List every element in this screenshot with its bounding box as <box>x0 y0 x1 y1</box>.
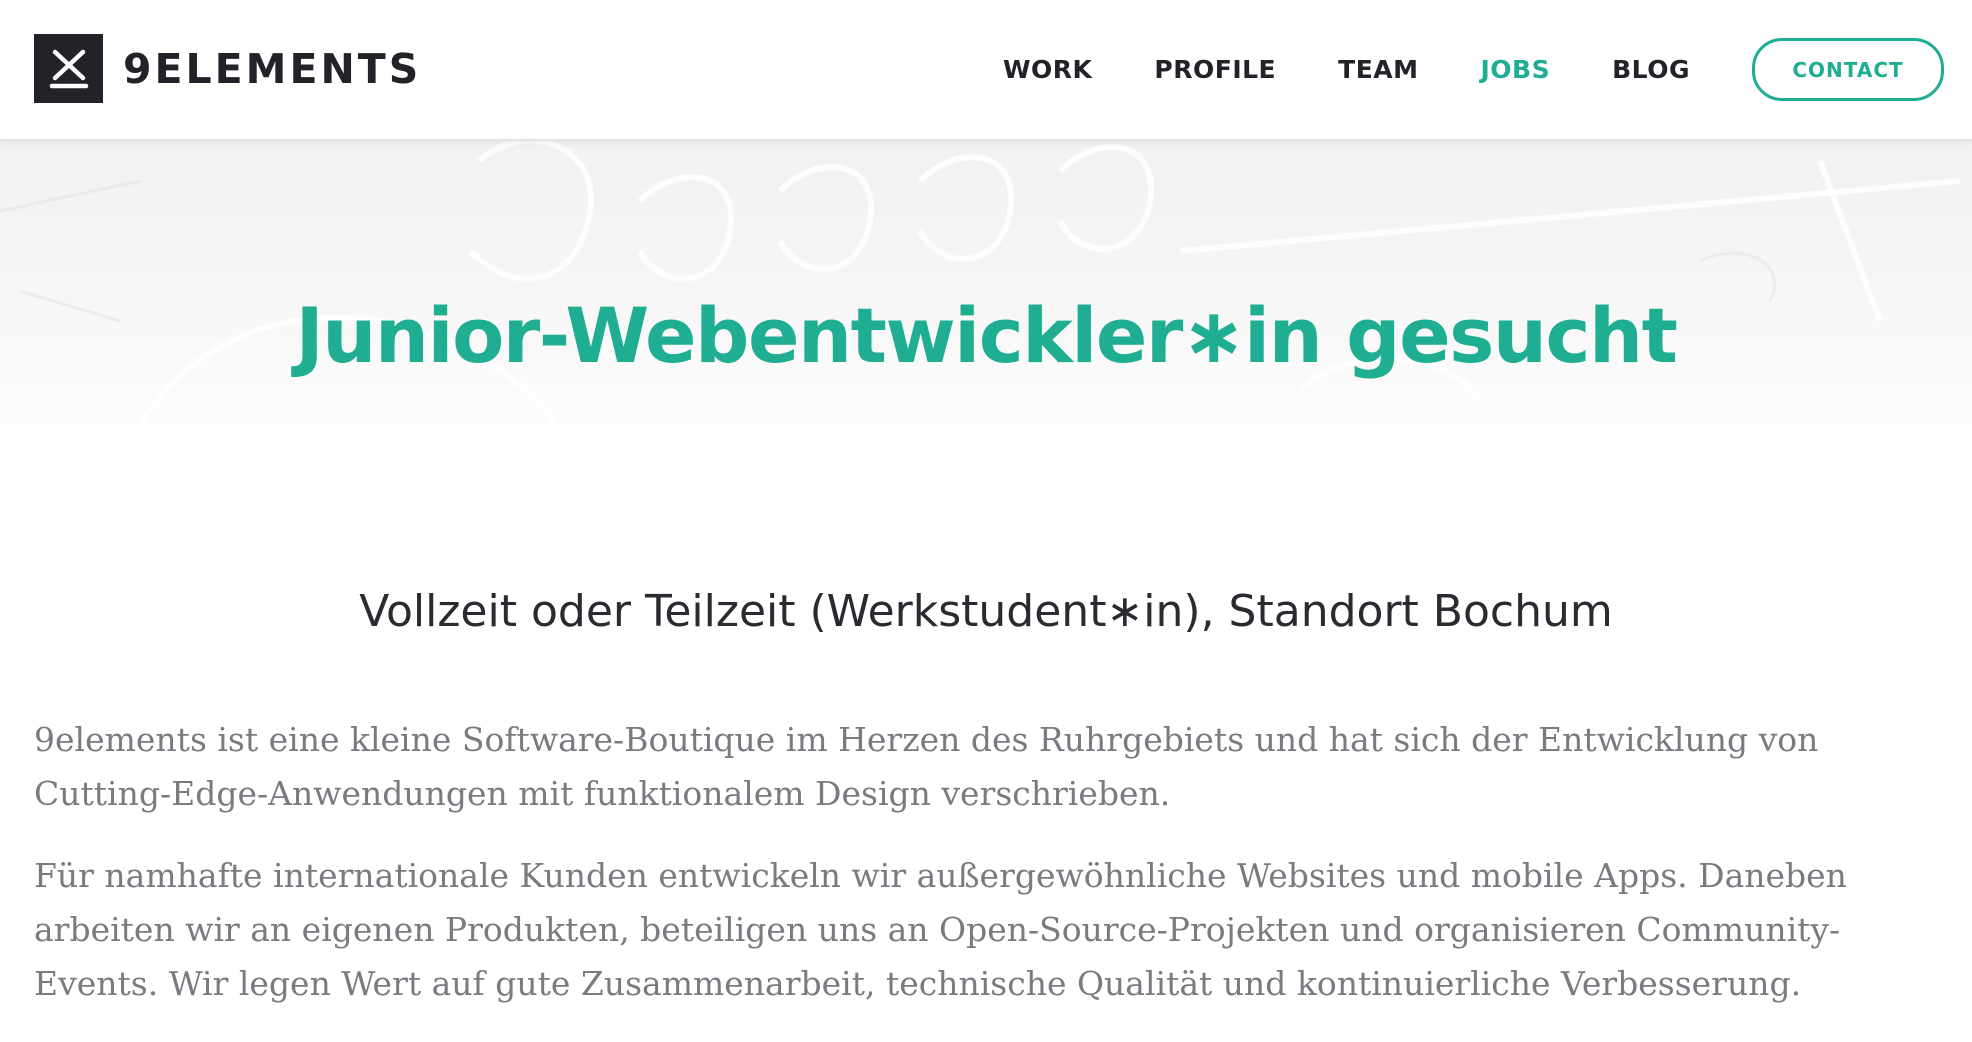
brand-name: 9ELEMENTS <box>123 44 422 93</box>
hero-banner: Junior-Webentwickler∗in gesucht <box>0 141 1972 471</box>
nav-team[interactable]: TEAM <box>1338 55 1418 84</box>
contact-button[interactable]: CONTACT <box>1752 38 1944 101</box>
nav-jobs[interactable]: JOBS <box>1481 55 1551 84</box>
main-nav: WORK PROFILE TEAM JOBS BLOG CONTACT <box>1003 0 1972 139</box>
home-logo-link[interactable]: 9ELEMENTS <box>34 34 421 103</box>
nav-blog[interactable]: BLOG <box>1612 55 1690 84</box>
site-header: 9ELEMENTS WORK PROFILE TEAM JOBS BLOG CO… <box>0 0 1972 141</box>
job-subtitle: Vollzeit oder Teilzeit (Werkstudent∗in),… <box>359 586 1613 637</box>
nav-profile[interactable]: PROFILE <box>1154 55 1276 84</box>
description-paragraph: Für namhafte internationale Kunden entwi… <box>34 856 1847 1003</box>
intro-paragraph: 9elements ist eine kleine Software-Bouti… <box>34 720 1819 813</box>
x-logo-icon <box>34 34 103 103</box>
nav-work[interactable]: WORK <box>1003 55 1092 84</box>
page-title: Junior-Webentwickler∗in gesucht <box>295 291 1678 380</box>
